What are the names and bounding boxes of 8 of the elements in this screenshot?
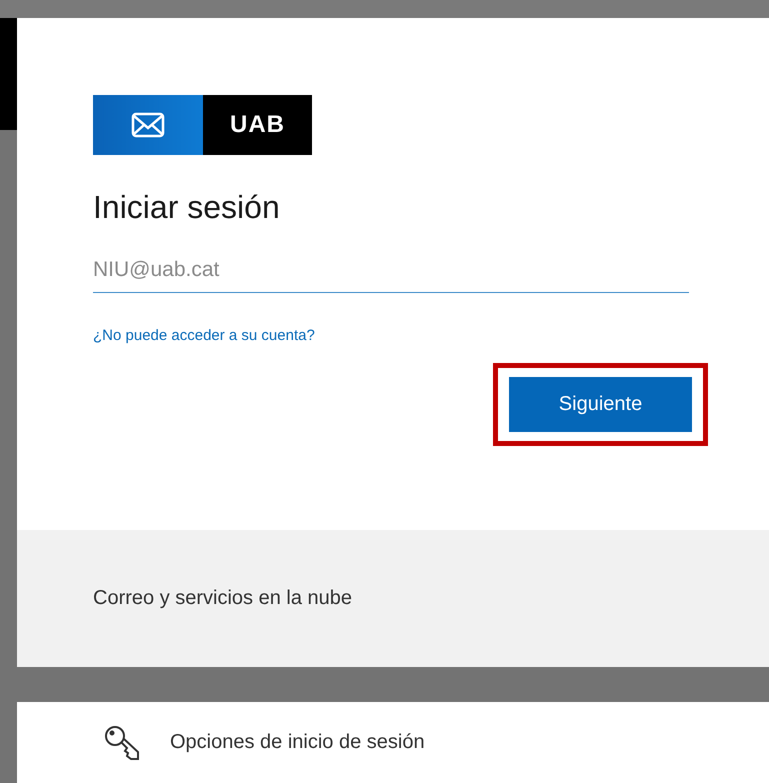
envelope-icon [131, 112, 165, 138]
sign-in-options-link[interactable]: Opciones de inicio de sesión [170, 731, 425, 754]
key-icon [103, 724, 141, 762]
next-button[interactable]: Siguiente [509, 377, 692, 432]
account-help-link[interactable]: ¿No puede acceder a su cuenta? [93, 327, 315, 344]
footer-text: Correo y servicios en la nube [93, 587, 352, 610]
logo-text: UAB [230, 111, 285, 139]
page-title: Iniciar sesión [93, 189, 281, 226]
